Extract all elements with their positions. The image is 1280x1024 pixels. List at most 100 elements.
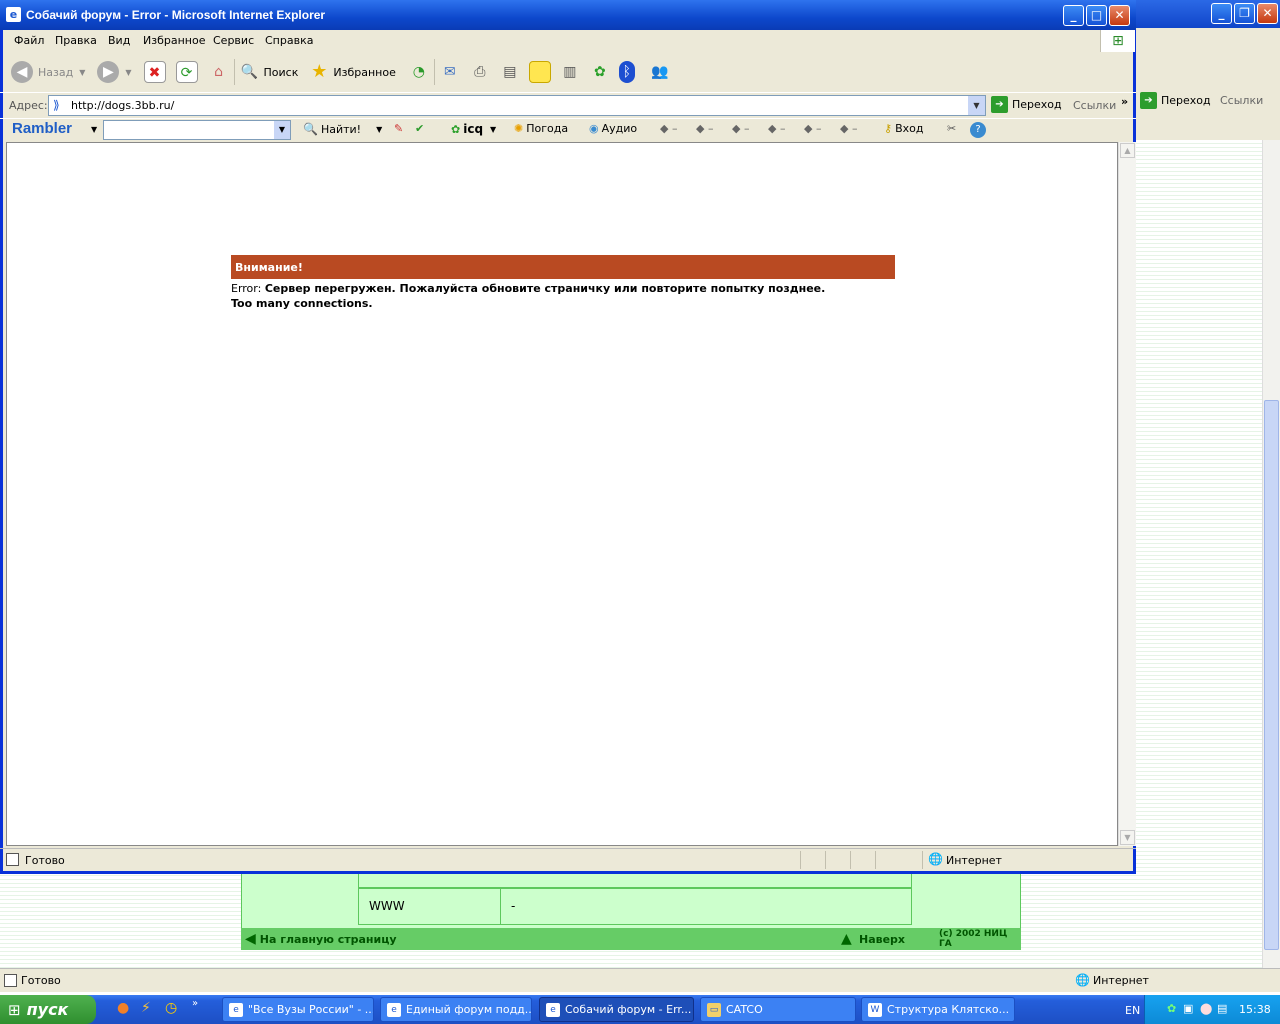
spellcheck-icon[interactable]: ✔ xyxy=(415,122,424,135)
rambler-tool-icon[interactable]: ◆ – xyxy=(660,122,677,135)
rambler-toolbar: Rambler ▼ ▼ 🔍 Найти! ▼ ✎ ✔ ✿ icq ▼ ✺ Пог… xyxy=(0,118,1136,142)
search-dropdown-icon[interactable]: ▼ xyxy=(274,121,290,139)
address-url: http://dogs.3bb.ru/ xyxy=(71,99,175,112)
bg-status-bar: Готово 🌐 Интернет xyxy=(0,968,1280,992)
rambler-tool-icon[interactable]: ◆ – xyxy=(840,122,857,135)
go-button[interactable]: ➔ Переход xyxy=(991,96,1062,113)
weather-button[interactable]: ✺ Погода xyxy=(514,122,568,135)
dropdown-icon[interactable]: ▼ xyxy=(79,68,85,77)
bg-maximize-button[interactable]: ❐ xyxy=(1234,3,1255,24)
icq-button[interactable]: ✿ icq ▼ xyxy=(451,122,496,136)
tray-icon[interactable]: ▣ xyxy=(1183,1002,1193,1015)
bg-go-button[interactable]: ➔ Переход xyxy=(1140,92,1211,109)
search-icon[interactable]: 🔍 xyxy=(239,61,261,83)
stop-icon[interactable]: ✖ xyxy=(143,61,166,83)
address-dropdown-icon[interactable]: ▼ xyxy=(968,96,985,115)
rambler-logo[interactable]: Rambler xyxy=(12,120,72,137)
firefox-icon[interactable]: ● xyxy=(117,1000,129,1016)
maximize-button[interactable]: □ xyxy=(1086,5,1107,26)
windows-flag-icon: ⊞ xyxy=(8,1000,21,1019)
up-arrow-icon: ▲ xyxy=(841,931,852,947)
home-icon[interactable]: ⌂ xyxy=(208,61,230,83)
rambler-dropdown-icon[interactable]: ▼ xyxy=(91,125,97,134)
taskbar-item[interactable]: ▭ CATCO xyxy=(700,997,856,1022)
taskbar-item-active[interactable]: e Собачий форум - Err... xyxy=(539,997,694,1022)
bg-close-button[interactable]: ✕ xyxy=(1257,3,1278,24)
find-label: Найти! xyxy=(320,122,362,136)
globe-icon: 🌐 xyxy=(928,852,943,866)
content-area: Внимание! Error: Сервер перегружен. Пожа… xyxy=(6,142,1118,846)
scrollbar[interactable]: ▲ ▼ xyxy=(1118,142,1136,846)
rambler-tool-icon[interactable]: ◆ – xyxy=(696,122,713,135)
bg-links-label[interactable]: Ссылки xyxy=(1220,94,1263,107)
menu-edit[interactable]: Правка xyxy=(55,34,97,47)
rambler-tool-icon[interactable]: ◆ – xyxy=(732,122,749,135)
login-button[interactable]: ⚷ Вход xyxy=(884,122,923,135)
taskbar-item[interactable]: e "Все Вузы России" - ... xyxy=(222,997,374,1022)
window-title: Собачий форум - Error - Microsoft Intern… xyxy=(26,8,326,22)
messenger-icon[interactable]: 👥 xyxy=(649,61,671,83)
clock[interactable]: 15:38 xyxy=(1239,1003,1271,1016)
pencil-icon[interactable]: ✎ xyxy=(394,122,403,135)
back-label[interactable]: Назад xyxy=(38,66,73,79)
tray-icon[interactable]: ✿ xyxy=(1167,1002,1176,1015)
minimize-button[interactable]: _ xyxy=(1063,5,1084,26)
chevron-right-icon[interactable]: » xyxy=(192,998,198,1009)
edit-icon[interactable]: ▤ xyxy=(499,61,521,83)
copyright: (c) 2002 НИЦ ГА xyxy=(939,929,1008,949)
help-icon[interactable]: ? xyxy=(970,122,986,138)
address-input[interactable]: ⟫ http://dogs.3bb.ru/ ▼ xyxy=(48,95,986,116)
menu-tools[interactable]: Сервис xyxy=(213,34,254,47)
nav-top-link[interactable]: Наверх xyxy=(859,933,905,946)
start-button[interactable]: ⊞ пуск xyxy=(0,995,96,1024)
close-button[interactable]: ✕ xyxy=(1109,5,1130,26)
menu-file[interactable]: Файл xyxy=(14,34,44,47)
refresh-icon[interactable]: ⟳ xyxy=(175,61,198,83)
scroll-up-icon[interactable]: ▲ xyxy=(1120,143,1135,158)
title-bar[interactable]: e Собачий форум - Error - Microsoft Inte… xyxy=(0,0,1136,30)
print-icon[interactable]: ⎙ xyxy=(469,61,491,83)
rambler-tool-icon[interactable]: ◆ – xyxy=(768,122,785,135)
dropdown-icon[interactable]: ▼ xyxy=(125,68,131,77)
address-bar: Адрес: ⟫ http://dogs.3bb.ru/ ▼ ➔ Переход… xyxy=(0,92,1136,118)
ie-icon: e xyxy=(6,7,21,22)
mail-icon[interactable]: ✉ xyxy=(439,61,461,83)
search-label[interactable]: Поиск xyxy=(264,66,299,79)
find-button[interactable]: 🔍 Найти! ▼ xyxy=(303,122,382,136)
go-arrow-icon: ➔ xyxy=(1140,92,1157,109)
audio-button[interactable]: ◉ Аудио xyxy=(589,122,637,135)
menu-help[interactable]: Справка xyxy=(265,34,313,47)
taskbar-item[interactable]: e Единый форум подд... xyxy=(380,997,532,1022)
nav-home-link[interactable]: На главную страницу xyxy=(260,933,397,946)
back-arrow-icon[interactable]: ◀ xyxy=(11,61,33,83)
language-indicator[interactable]: EN xyxy=(1125,1004,1140,1017)
rambler-tool-icon[interactable]: ◆ – xyxy=(804,122,821,135)
tray-icon[interactable]: ⬤ xyxy=(1200,1002,1212,1015)
favorites-label[interactable]: Избранное xyxy=(333,66,395,79)
chevron-right-icon[interactable]: » xyxy=(1121,95,1128,108)
error-header: Внимание! xyxy=(231,255,895,279)
tray-icon[interactable]: ▤ xyxy=(1217,1002,1227,1015)
bg-scroll-thumb[interactable] xyxy=(1264,400,1279,950)
icq-flower-icon[interactable]: ✿ xyxy=(589,61,611,83)
bluetooth-icon[interactable]: ᛒ xyxy=(618,61,635,83)
bg-scrollbar[interactable] xyxy=(1262,140,1280,968)
address-label: Адрес: xyxy=(9,99,48,112)
history-icon[interactable]: ◔ xyxy=(408,61,430,83)
chevron-down-icon: ▼ xyxy=(490,124,497,134)
error-text: Сервер перегружен. Пожалуйста обновите с… xyxy=(264,282,826,295)
taskbar-item[interactable]: W Структура Клятско... xyxy=(861,997,1015,1022)
rambler-search-input[interactable]: ▼ xyxy=(103,120,291,140)
clock-app-icon[interactable]: ◷ xyxy=(165,1000,177,1016)
bg-minimize-button[interactable]: _ xyxy=(1211,3,1232,24)
favorites-star-icon[interactable]: ★ xyxy=(308,61,330,83)
research-icon[interactable]: ▥ xyxy=(559,61,581,83)
links-label[interactable]: Ссылки xyxy=(1073,99,1116,112)
scroll-down-icon[interactable]: ▼ xyxy=(1120,830,1135,845)
menu-view[interactable]: Вид xyxy=(108,34,130,47)
settings-icon[interactable]: ✂ xyxy=(947,122,956,135)
menu-favorites[interactable]: Избранное xyxy=(143,34,205,47)
forward-arrow-icon[interactable]: ▶ xyxy=(97,61,120,83)
note-icon[interactable] xyxy=(528,61,551,83)
winamp-icon[interactable]: ⚡ xyxy=(141,1000,151,1016)
